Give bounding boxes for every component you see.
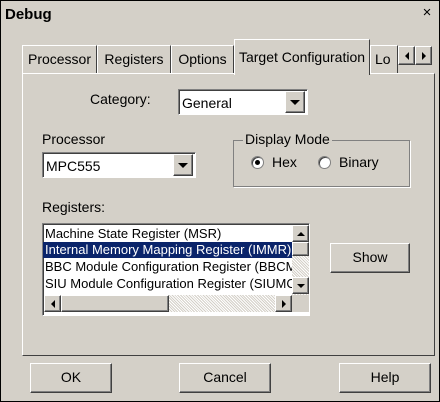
tab-processor[interactable]: Processor [22, 45, 97, 73]
tab-scroll-left-button[interactable] [398, 46, 415, 65]
category-select[interactable]: General [178, 89, 308, 115]
chevron-down-icon [178, 162, 188, 168]
processor-select[interactable]: MPC555 [42, 152, 196, 178]
arrow-right-icon [421, 51, 426, 60]
processor-value: MPC555 [46, 158, 101, 174]
help-button[interactable]: Help [339, 363, 431, 393]
window-title: Debug [5, 6, 52, 23]
scrollbar-corner [292, 295, 309, 312]
scroll-right-button[interactable] [275, 295, 292, 312]
cancel-button[interactable]: Cancel [179, 363, 271, 393]
arrow-down-icon [296, 283, 305, 288]
scroll-left-button[interactable] [44, 295, 61, 312]
debug-dialog: Debug × Processor Registers Options Targ… [0, 0, 440, 402]
horizontal-scroll-thumb[interactable] [61, 295, 169, 312]
list-item[interactable]: Machine State Register (MSR) [43, 226, 292, 242]
tab-lo[interactable]: Lo [370, 45, 398, 73]
scroll-up-button[interactable] [292, 225, 309, 242]
close-icon[interactable]: × [418, 5, 436, 23]
registers-listbox[interactable]: Machine State Register (MSR) Internal Me… [42, 223, 310, 316]
radio-binary-label[interactable]: Binary [339, 153, 379, 171]
processor-dropdown-button[interactable] [173, 154, 193, 176]
scroll-down-button[interactable] [292, 277, 309, 294]
vertical-scroll-thumb[interactable] [292, 242, 309, 256]
chevron-down-icon [290, 99, 300, 105]
list-item[interactable]: SIU Module Configuration Register (SIUMC… [43, 276, 292, 292]
radio-hex[interactable] [251, 156, 264, 169]
registers-label: Registers: [42, 199, 106, 215]
radio-hex-dot [255, 160, 260, 165]
tab-scroll-right-button[interactable] [415, 46, 432, 65]
processor-label: Processor [42, 131, 106, 147]
category-dropdown-button[interactable] [285, 91, 305, 113]
tab-options[interactable]: Options [171, 45, 234, 73]
category-value: General [182, 95, 232, 111]
tab-target-configuration[interactable]: Target Configuration [234, 39, 370, 75]
title-bar[interactable]: Debug [2, 2, 439, 28]
arrow-right-icon [281, 299, 286, 308]
list-item-selected[interactable]: Internal Memory Mapping Register (IMMR) [43, 242, 292, 258]
ok-button[interactable]: OK [30, 363, 112, 393]
category-label: Category: [90, 91, 151, 107]
arrow-left-icon [404, 51, 409, 60]
arrow-up-icon [296, 231, 305, 236]
tab-registers[interactable]: Registers [97, 45, 171, 73]
radio-hex-label[interactable]: Hex [272, 153, 297, 171]
list-item[interactable]: BBC Module Configuration Register (BBCMC… [43, 259, 292, 275]
radio-binary[interactable] [318, 156, 331, 169]
arrow-left-icon [50, 299, 55, 308]
display-mode-label: Display Mode [243, 130, 332, 148]
show-button[interactable]: Show [330, 243, 410, 273]
